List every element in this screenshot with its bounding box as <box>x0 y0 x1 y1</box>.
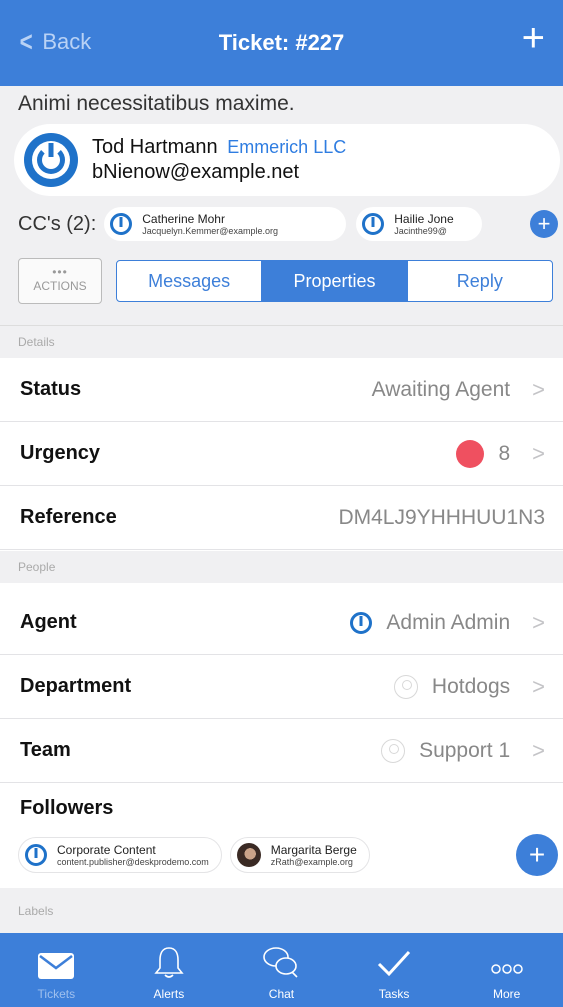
follower-email: zRath@example.org <box>270 856 353 867</box>
tab-label: More <box>493 987 521 1001</box>
tab-reply[interactable]: Reply <box>408 261 552 301</box>
department-value: Hotdogs <box>431 674 511 698</box>
requester-name: Tod Hartmann <box>92 136 218 158</box>
followers-title: Followers <box>20 797 114 819</box>
ticket-subject: Animi necessitatibus maxime. <box>18 92 295 115</box>
cc-chip[interactable]: Hailie Jone Jacinthe99@ <box>356 207 483 241</box>
reference-label: Reference <box>20 506 117 528</box>
person-placeholder-icon <box>381 738 406 763</box>
team-label: Team <box>20 739 71 761</box>
cc-label: CC's (2): <box>18 212 97 235</box>
agent-value: Admin Admin <box>386 610 511 634</box>
cc-email: Jacquelyn.Kemmer@example.org <box>142 225 278 236</box>
follower-name: Corporate Content <box>57 842 156 857</box>
envelope-icon <box>38 953 75 979</box>
cc-chip[interactable]: Catherine Mohr Jacquelyn.Kemmer@example.… <box>104 207 347 241</box>
requester-company[interactable]: Emmerich LLC <box>227 137 346 157</box>
avatar <box>236 843 261 867</box>
more-dots-icon <box>490 964 523 974</box>
more-dots-icon: ••• <box>52 265 68 279</box>
chevron-right-icon: > <box>532 376 545 402</box>
add-cc-button[interactable]: + <box>530 210 558 238</box>
cc-name: Hailie Jone <box>394 211 454 226</box>
status-value: Awaiting Agent <box>371 377 511 401</box>
urgency-value: 8 <box>498 441 511 465</box>
actions-label: ACTIONS <box>33 279 87 293</box>
checkmark-icon <box>378 950 411 977</box>
tab-alerts[interactable]: Alerts <box>113 933 226 1007</box>
reference-row: Reference DM4LJ9YHHHUU1N3 <box>0 486 563 550</box>
tab-properties[interactable]: Properties <box>262 261 408 301</box>
tab-label: Chat <box>268 987 295 1001</box>
follower-name: Margarita Berge <box>270 842 357 857</box>
team-row[interactable]: Team Support 1 > <box>0 719 563 783</box>
deskpro-logo-icon <box>24 133 78 187</box>
department-row[interactable]: Department Hotdogs > <box>0 655 563 719</box>
person-placeholder-icon <box>393 674 418 699</box>
urgency-label: Urgency <box>20 442 101 464</box>
chat-bubbles-icon <box>263 947 299 978</box>
followers-section: Followers Corporate Content content.publ… <box>0 785 563 888</box>
segmented-control: Messages Properties Reply <box>116 260 553 302</box>
tab-chat[interactable]: Chat <box>225 933 338 1007</box>
add-follower-button[interactable]: + <box>516 834 558 876</box>
status-label: Status <box>20 378 82 400</box>
requester-card[interactable]: Tod Hartmann Emmerich LLC bNienow@exampl… <box>14 124 560 196</box>
follower-chip[interactable]: Corporate Content content.publisher@desk… <box>18 837 222 873</box>
section-header-people: People <box>0 551 563 583</box>
chevron-right-icon: > <box>532 440 545 466</box>
page-title: Ticket: #227 <box>218 30 345 55</box>
ticket-header: Animi necessitatibus maxime. Tod Hartman… <box>0 86 563 326</box>
tab-more[interactable]: More <box>450 933 563 1007</box>
tab-label: Tasks <box>378 987 410 1001</box>
deskpro-logo-icon <box>25 844 47 866</box>
status-row[interactable]: Status Awaiting Agent > <box>0 358 563 422</box>
cc-row: CC's (2): Catherine Mohr Jacquelyn.Kemme… <box>18 206 558 242</box>
chevron-right-icon: > <box>532 737 545 763</box>
bell-icon <box>154 947 184 978</box>
tab-tickets[interactable]: Tickets <box>0 933 113 1007</box>
actions-button[interactable]: ••• ACTIONS <box>18 258 102 304</box>
tab-label: Tickets <box>37 987 76 1001</box>
follower-email: content.publisher@deskprodemo.com <box>57 856 209 867</box>
urgency-row[interactable]: Urgency 8 > <box>0 422 563 486</box>
nav-bar: < Back Ticket: #227 + <box>0 0 563 86</box>
cc-email: Jacinthe99@ <box>394 225 447 236</box>
cc-name: Catherine Mohr <box>142 211 225 226</box>
plus-icon[interactable]: + <box>522 18 545 58</box>
section-header-details: Details <box>0 326 563 358</box>
deskpro-logo-icon <box>350 611 373 634</box>
section-header-labels: Labels <box>0 888 563 933</box>
reference-value: DM4LJ9YHHHUU1N3 <box>338 505 545 529</box>
requester-email: bNienow@example.net <box>92 161 300 183</box>
tab-messages[interactable]: Messages <box>117 261 263 301</box>
deskpro-logo-icon <box>110 213 133 235</box>
chevron-right-icon: > <box>532 609 545 635</box>
department-label: Department <box>20 675 132 697</box>
tab-label: Alerts <box>153 987 185 1001</box>
tab-tasks[interactable]: Tasks <box>338 933 451 1007</box>
chevron-right-icon: > <box>532 673 545 699</box>
team-value: Support 1 <box>419 738 511 762</box>
agent-row[interactable]: Agent Admin Admin > <box>0 591 563 655</box>
agent-label: Agent <box>20 611 77 633</box>
urgency-dot-icon <box>456 439 485 468</box>
tab-bar: Tickets Alerts Chat Tasks More <box>0 933 563 1007</box>
follower-chip[interactable]: Margarita Berge zRath@example.org <box>229 837 370 873</box>
deskpro-logo-icon <box>362 213 385 235</box>
